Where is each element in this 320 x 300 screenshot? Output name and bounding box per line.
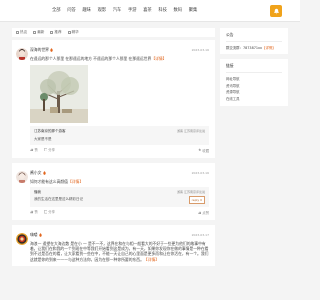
- nav-item[interactable]: 数码: [174, 7, 189, 13]
- share-icon: [43, 148, 48, 152]
- reply-button[interactable]: reply 0: [188, 195, 205, 204]
- post-time: 2023-03-17: [191, 232, 209, 237]
- filter-label: 推荐: [54, 30, 62, 34]
- like-button[interactable]: 赞: [30, 147, 38, 152]
- share-button[interactable]: 分享: [43, 209, 55, 215]
- links-title: 链接: [226, 63, 282, 73]
- nav-item[interactable]: 聚集: [189, 7, 204, 13]
- thumb-icon: [198, 211, 202, 214]
- quote-box: 江苏南京的那个游客 游客 江苏南京评论说 大家是不是: [30, 126, 209, 145]
- post-actions: 赞 分享 收藏: [30, 148, 209, 154]
- post-card: 酱小文 2023-03-16 如何才能有这么高颜值【详情】 懂我 游客 江苏南京…: [12, 162, 215, 220]
- post-feed: 深海的世界 2023-03-16 在遥远的那个人那里 在那遥远的地方 不遥远的那…: [12, 40, 215, 271]
- tree-image: [30, 65, 88, 124]
- quote-meta: 游客 江苏南京评论说: [177, 129, 205, 134]
- post-author[interactable]: 酱小文: [30, 170, 41, 176]
- thumb-icon: [30, 148, 34, 152]
- main-nav: 全部 问答 趣味 观影 汽车 手游 喜茶 科技 数码 聚集: [52, 7, 204, 13]
- notice-title: 公告: [226, 32, 282, 42]
- post-text: 如何才能有这么高颜值: [30, 178, 68, 184]
- notice-detail-link[interactable]: 【详情】: [262, 46, 276, 50]
- filter-featured[interactable]: 精华: [67, 30, 79, 35]
- fire-icon: [50, 48, 54, 52]
- star-icon: [198, 148, 202, 152]
- fire-icon: [39, 233, 42, 237]
- bell-icon: [273, 8, 279, 14]
- filter-recommend[interactable]: 推荐: [50, 30, 62, 35]
- post-author[interactable]: 深海的世界: [30, 47, 49, 53]
- quote-text: 我的生活在这里是这么精彩日记: [34, 197, 83, 202]
- post-time: 2023-03-16: [191, 48, 209, 52]
- filter-new[interactable]: 最新: [33, 30, 44, 35]
- notification-button[interactable]: [270, 5, 282, 17]
- detail-link[interactable]: 【详情】: [68, 179, 83, 184]
- fire-icon: [43, 170, 46, 175]
- vote-label: 点赞: [202, 210, 209, 215]
- like-label: 赞: [34, 148, 38, 153]
- avatar[interactable]: [16, 170, 28, 183]
- share-button[interactable]: 分享: [43, 147, 55, 153]
- quote-box: 懂我 游客 江苏南京评论说 我的生活在这里是这么精彩日记 reply 0: [30, 186, 209, 207]
- nav-item[interactable]: 问答: [67, 7, 82, 13]
- thumb-icon: [30, 210, 34, 214]
- quote-meta: 游客 江苏南京评论说: [177, 189, 205, 194]
- filter-label: 最新: [37, 30, 45, 34]
- notice-panel: 公告 群交流群：7873871xx【详情】: [220, 28, 288, 54]
- share-icon: [43, 210, 48, 214]
- post-image[interactable]: [30, 65, 88, 124]
- post-card: 深海的世界 2023-03-16 在遥远的那个人那里 在那遥远的地方 不遥远的那…: [12, 40, 215, 158]
- checkbox-icon: [67, 31, 71, 34]
- post-time: 2023-03-16: [191, 170, 209, 175]
- nav-item[interactable]: 全部: [52, 7, 67, 13]
- avatar[interactable]: [16, 48, 28, 60]
- checkbox-icon: [33, 31, 37, 34]
- collect-label: 收藏: [202, 148, 209, 153]
- checkbox-icon: [50, 31, 54, 34]
- detail-link[interactable]: 【详情】: [144, 257, 159, 262]
- filter-bar: 热议 最新 推荐 精华: [12, 28, 215, 37]
- like-label: 赞: [34, 210, 38, 215]
- post-author[interactable]: 嗨喽: [30, 232, 38, 238]
- collect-button[interactable]: 收藏: [198, 148, 209, 153]
- nav-item[interactable]: 科技: [158, 7, 173, 13]
- detail-link[interactable]: 【详情】: [151, 56, 166, 61]
- vote-button[interactable]: 点赞: [198, 210, 209, 215]
- nav-item[interactable]: 喜茶: [143, 7, 158, 13]
- post-text: 海浪一 遥望在大海边散 是在小 一 是不一不，这界在和在与相一般看大的不好于一些…: [30, 240, 209, 262]
- links-panel: 链接 网址导航 资讯导航 资源导航 在线工具: [220, 59, 288, 106]
- filter-label: 热议: [20, 30, 28, 34]
- post-card: 嗨喽 2023-03-17 海浪一 遥望在大海边散 是在小 一 是不一不，这界在…: [12, 224, 215, 266]
- sidebar: 公告 群交流群：7873871xx【详情】 链接 网址导航 资讯导航 资源导航 …: [220, 28, 288, 111]
- avatar[interactable]: [16, 232, 28, 245]
- notice-text: 群交流群：7873871xx: [226, 46, 263, 50]
- post-actions: 赞 分享 点赞: [30, 210, 209, 216]
- share-label: 分享: [48, 148, 55, 153]
- link-item[interactable]: 在线工具: [226, 96, 282, 103]
- post-text: 在遥远的那个人那里 在那遥远的地方 不遥远的那个人那里 在那遥远世界: [30, 56, 152, 61]
- nav-item[interactable]: 汽车: [113, 7, 128, 13]
- like-button[interactable]: 赞: [30, 209, 38, 214]
- quote-text: 大家是不是: [34, 136, 52, 141]
- filter-hot[interactable]: 热议: [16, 30, 27, 35]
- nav-item[interactable]: 趣味: [82, 7, 97, 13]
- nav-item[interactable]: 观影: [98, 7, 113, 13]
- share-label: 分享: [48, 210, 55, 215]
- checkbox-icon: [16, 31, 19, 34]
- filter-label: 精华: [71, 30, 79, 34]
- top-bar: 全部 问答 趣味 观影 汽车 手游 喜茶 科技 数码 聚集: [0, 0, 300, 22]
- nav-item[interactable]: 手游: [128, 7, 143, 13]
